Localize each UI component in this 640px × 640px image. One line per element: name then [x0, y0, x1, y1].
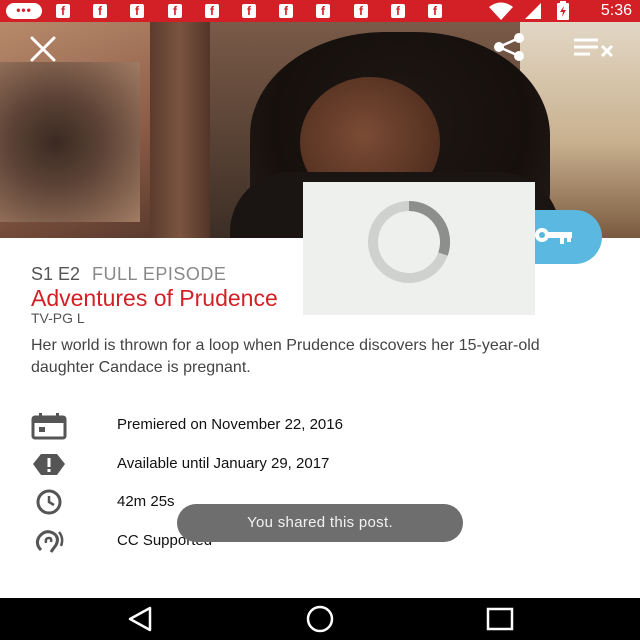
spinner-ring	[368, 200, 450, 283]
facebook-icon: f	[279, 4, 293, 18]
facebook-icon: f	[168, 4, 182, 18]
playlist-remove-icon[interactable]	[572, 36, 616, 58]
closed-caption-ear-icon	[35, 530, 64, 553]
navigation-bar	[0, 598, 640, 640]
battery-charging-icon	[557, 1, 569, 20]
facebook-icon: f	[56, 4, 70, 18]
calendar-icon	[31, 413, 67, 440]
facebook-icon: f	[391, 4, 405, 18]
episode-description: Her world is thrown for a loop when Prud…	[31, 337, 540, 376]
share-icon[interactable]	[492, 32, 526, 62]
facebook-icon: f	[130, 4, 144, 18]
loading-spinner	[303, 182, 535, 315]
message-bubble-icon: •••	[6, 3, 42, 19]
availability-row: Available until January 29, 2017	[31, 451, 591, 479]
close-icon[interactable]	[28, 34, 58, 64]
facebook-icon: f	[242, 4, 256, 18]
episode-meta: S1 E2 FULL EPISODE	[31, 264, 226, 284]
clock-icon	[36, 489, 62, 515]
facebook-icon: f	[428, 4, 442, 18]
facebook-icon: f	[316, 4, 330, 18]
premiere-text: Premiered on November 22, 2016	[117, 416, 343, 433]
toast-message: You shared this post.	[177, 504, 463, 542]
rating-label: TV-PG L	[31, 310, 85, 326]
availability-text: Available until January 29, 2017	[117, 455, 330, 472]
recent-apps-icon[interactable]	[470, 598, 530, 640]
episode-number: S1 E2	[31, 264, 81, 284]
premiere-row: Premiered on November 22, 2016	[31, 412, 591, 440]
episode-title: Adventures of Prudence	[31, 285, 278, 311]
wifi-icon	[489, 2, 513, 20]
facebook-icon: f	[205, 4, 219, 18]
clock-time: 5:36	[600, 2, 632, 19]
home-icon[interactable]	[290, 598, 350, 640]
status-bar: ••• f f f f f f f f f f f 5:36	[0, 0, 640, 22]
signal-icon	[525, 3, 541, 19]
alert-icon	[33, 454, 65, 475]
facebook-icon: f	[354, 4, 368, 18]
episode-type: FULL EPISODE	[92, 264, 227, 284]
facebook-icon: f	[93, 4, 107, 18]
duration-text: 42m 25s	[117, 493, 175, 510]
back-icon[interactable]	[110, 598, 170, 640]
